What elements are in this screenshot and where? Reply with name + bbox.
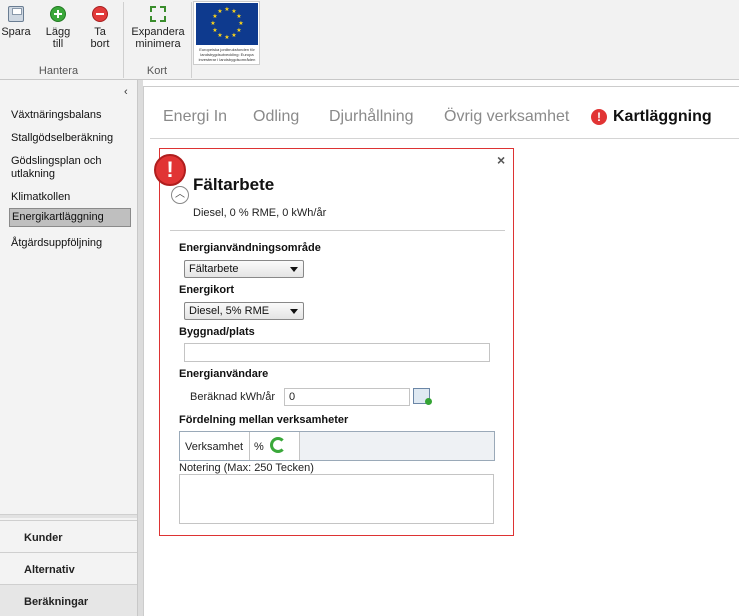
remove-button[interactable]: Ta bort (84, 6, 116, 50)
svg-text:★: ★ (231, 32, 236, 39)
chevron-down-icon (290, 267, 298, 272)
tab-odling[interactable]: Odling (253, 108, 299, 126)
chevron-up-icon[interactable]: ︿ (171, 186, 189, 204)
svg-text:★: ★ (224, 34, 229, 41)
warning-icon: ! (591, 109, 607, 125)
calc-kwh-label: Beräknad kWh/år (190, 391, 275, 403)
add-button[interactable]: Lägg till (42, 6, 74, 50)
nav-item-vaxtnaringsbalans[interactable]: Växtnäringsbalans (9, 107, 131, 124)
svg-text:★: ★ (224, 6, 229, 13)
group-label-hantera: Hantera (38, 65, 79, 77)
eu-flag-icon: ★ ★ ★ ★ ★ ★ ★ ★ ★ ★ ★ ★ (196, 3, 258, 45)
eu-logo: ★ ★ ★ ★ ★ ★ ★ ★ ★ ★ ★ ★ Europeiska jordbruksfond… (193, 1, 260, 65)
nav-item-klimatkollen[interactable]: Klimatkollen (9, 189, 131, 206)
distribution-table: Verksamhet % (179, 431, 495, 461)
area-select[interactable]: Fältarbete (184, 260, 304, 278)
ribbon: Spara Lägg till Ta bort Hantera Expander… (0, 0, 739, 80)
energy-card-select[interactable]: Diesel, 5% RME (184, 302, 304, 320)
expand-icon (150, 6, 166, 22)
tab-ovrig-verksamhet[interactable]: Övrig verksamhet (444, 108, 569, 126)
energy-card-select-value: Diesel, 5% RME (189, 305, 270, 317)
svg-text:★: ★ (217, 8, 222, 15)
collapse-panel-icon[interactable]: ‹ (124, 86, 128, 98)
note-textarea[interactable] (179, 474, 494, 524)
calc-kwh-input[interactable]: 0 (284, 388, 410, 406)
section-berakningar[interactable]: Beräkningar (0, 584, 137, 616)
refresh-icon[interactable] (270, 437, 286, 453)
nav-item-godslingsplan[interactable]: Gödslingsplan och utlakning (9, 153, 131, 183)
expand-collapse-button[interactable]: Expandera minimera (128, 6, 188, 50)
remove-button-label: Ta bort (90, 26, 110, 50)
nav-item-atgardsuppfoljning[interactable]: Åtgärdsuppföljning (9, 235, 131, 252)
svg-text:★: ★ (238, 20, 243, 27)
group-divider (191, 2, 192, 78)
svg-text:★: ★ (212, 27, 217, 34)
svg-text:★: ★ (210, 20, 215, 27)
area-select-value: Fältarbete (189, 263, 239, 275)
area-label: Energianvändningsområde (179, 242, 321, 254)
calculator-icon[interactable] (413, 388, 432, 405)
eu-caption: Europeiska jordbruksfonden för landsbygd… (198, 47, 256, 62)
add-icon (50, 6, 66, 22)
card-subtitle: Diesel, 0 % RME, 0 kWh/år (193, 207, 327, 219)
chevron-down-icon (290, 309, 298, 314)
remove-icon (92, 6, 108, 22)
svg-text:★: ★ (236, 27, 241, 34)
tab-underline (150, 138, 739, 139)
divider (170, 230, 505, 231)
tab-kartlaggning[interactable]: Kartläggning (613, 108, 712, 126)
nav-item-stallgodselberakning[interactable]: Stallgödselberäkning (9, 130, 131, 147)
add-button-label: Lägg till (45, 26, 71, 50)
card-title: Fältarbete (193, 175, 275, 194)
expand-collapse-label: Expandera minimera (131, 26, 185, 50)
svg-text:★: ★ (217, 32, 222, 39)
save-icon (8, 6, 24, 22)
building-label: Byggnad/plats (179, 326, 255, 338)
distribution-label: Fördelning mellan verksamheter (179, 414, 349, 426)
save-button[interactable]: Spara (0, 6, 32, 38)
energy-card-label: Energikort (179, 284, 235, 296)
note-label: Notering (Max: 250 Tecken) (179, 462, 314, 474)
building-input[interactable] (184, 343, 490, 362)
tab-djurhallning[interactable]: Djurhållning (329, 108, 414, 126)
column-verksamhet: Verksamhet (180, 432, 250, 460)
group-label-kort: Kort (146, 65, 168, 77)
energy-user-label: Energianvändare (179, 368, 269, 380)
tab-energi-in[interactable]: Energi In (163, 108, 227, 126)
panel-splitter[interactable] (0, 514, 137, 518)
alert-icon: ! (154, 154, 186, 186)
section-kunder[interactable]: Kunder (0, 520, 137, 552)
left-nav-panel: ‹ Växtnäringsbalans Stallgödselberäkning… (0, 80, 138, 616)
close-icon[interactable]: × (497, 152, 505, 168)
nav-item-energikartlaggning[interactable]: Energikartläggning (9, 208, 131, 227)
svg-text:★: ★ (236, 13, 241, 20)
section-alternativ[interactable]: Alternativ (0, 552, 137, 584)
